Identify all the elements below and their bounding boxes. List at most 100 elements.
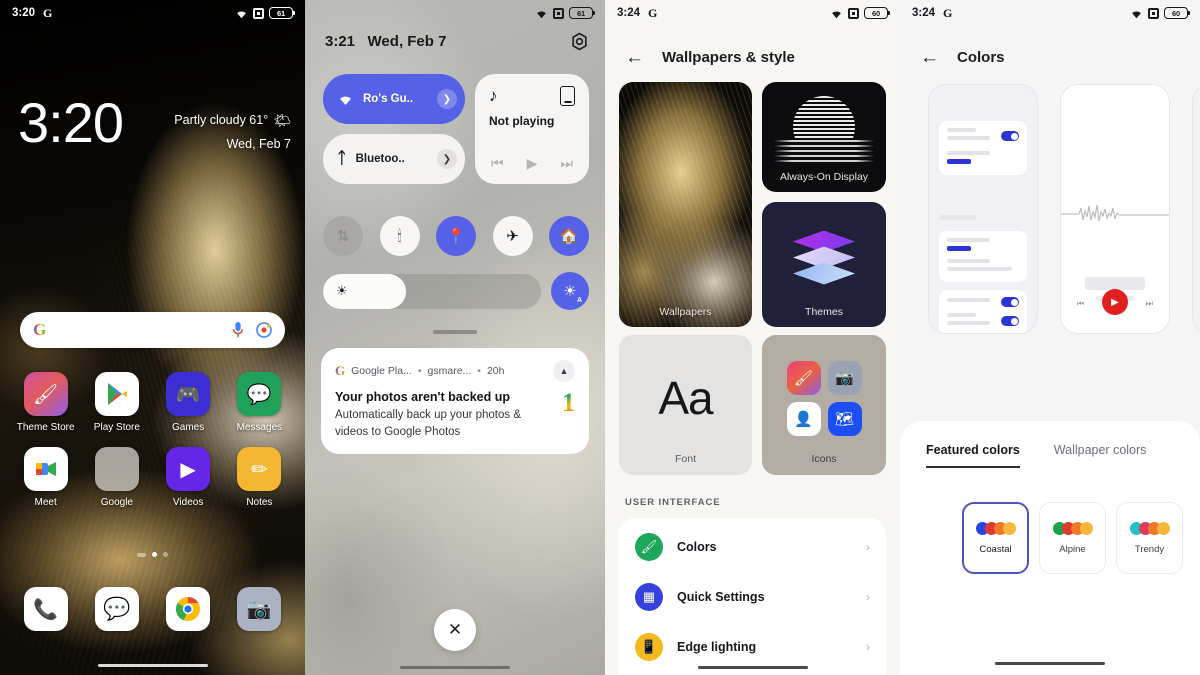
app-label: Theme Store [16,422,75,433]
page-indicator[interactable] [0,552,305,557]
font-tile[interactable]: Aa Font [619,335,752,475]
app-label: Google [100,497,133,508]
bluetooth-tile-label: Bluetoo.. [355,153,405,165]
google-g-icon: G [335,363,346,378]
auto-brightness-toggle[interactable]: ☀ A [551,272,589,310]
preview-toggle-on [1001,131,1019,141]
smart-home-toggle[interactable]: 🏠 [549,216,589,256]
list-item-edge-lighting[interactable]: 📱 Edge lighting › [619,622,886,672]
app-label: Games [172,422,205,433]
app-videos[interactable]: ▶ Videos [153,447,224,508]
back-arrow-icon[interactable]: ← [920,48,939,67]
notification-card[interactable]: G Google Pla... • gsmare... • 20h ▲ Your… [321,348,589,455]
flashlight-toggle[interactable]: 🕯 [379,216,420,256]
google-one-badge: 1 [562,388,575,417]
status-bar-left: 3:24 G [617,6,657,21]
wifi-icon [340,96,351,105]
navigation-handle[interactable] [400,666,510,669]
cast-to-device-icon[interactable] [560,86,575,106]
tab-featured-colors[interactable]: Featured colors [926,443,1020,468]
chevron-right-icon[interactable]: ❯ [437,149,457,169]
mic-icon[interactable] [232,321,244,339]
dock-messages[interactable]: 💬 [81,587,152,631]
navigation-handle[interactable] [995,661,1105,665]
app-games[interactable]: 🎮 Games [153,372,224,433]
color-tabs: Featured colors Wallpaper colors [900,421,1200,468]
google-search-bar[interactable]: G [20,312,285,348]
brightness-icon: ☀ [336,283,348,298]
secondary-toggles: ⇅ 🕯 📍 ✈ 🏠 [323,216,589,256]
status-bar: 61 [305,0,605,26]
brightness-slider-fill: ☀ [323,273,406,309]
settings-preview-card[interactable] [928,84,1038,334]
skip-next-icon[interactable]: ⏭ [560,155,573,172]
tab-wallpaper-colors[interactable]: Wallpaper colors [1054,443,1147,468]
swatch-alpine[interactable]: Alpine [1039,502,1106,574]
page-dot [163,552,168,557]
app-theme-store[interactable]: 🖌 Theme Store [10,372,81,433]
third-preview-card[interactable] [1192,84,1200,334]
swatch-dots [1129,521,1170,535]
page-header: ← Wallpapers & style [625,48,795,67]
dock-phone[interactable]: 📞 [10,587,81,631]
chevron-up-icon[interactable]: ▲ [553,360,575,382]
app-google-folder[interactable]: Google [81,447,152,508]
swatch-label: Coastal [979,543,1012,555]
swatch-label: Trendy [1134,543,1165,555]
icon-pack-preview: 🖌 📷 👤 🗺 [786,360,862,436]
list-item-quick-settings[interactable]: ▦ Quick Settings › [619,572,886,622]
app-notes[interactable]: ✏ Notes [224,447,295,508]
paint-roller-icon: 🖌 [23,372,68,416]
notification-header: G Google Pla... • gsmare... • 20h ▲ [335,360,575,382]
wifi-tile-label: Ro's Gu.. [363,93,414,105]
paint-roller-icon: 🖌 [635,533,663,561]
brightness-slider[interactable]: ☀ [323,273,541,309]
bluetooth-tile[interactable]: ᛏ Bluetoo.. ❯ [323,134,465,184]
recorder-preview-card[interactable]: ⏮ ▶ ⏭ [1060,84,1170,334]
wifi-icon [1132,11,1141,18]
dock-camera[interactable]: 📷 [224,587,295,631]
font-sample: Aa [658,372,713,424]
wallpapers-tile[interactable]: Wallpapers [619,82,752,327]
music-note-icon: ♪ [489,86,498,105]
list-item-label: Quick Settings [677,590,765,604]
home-screen-panel: 3:20 G 61 3:20 Partly cloudy 61° 🌤 Wed, … [0,0,305,675]
close-button[interactable]: ✕ [434,609,476,651]
data-saver-toggle[interactable]: ⇅ [323,216,363,256]
lens-icon[interactable] [256,322,272,338]
icons-tile[interactable]: 🖌 📷 👤 🗺 Icons [762,335,886,475]
gear-icon[interactable] [570,32,589,51]
app-messages[interactable]: 💬 Messages [224,372,295,433]
location-toggle[interactable]: 📍 [436,216,476,256]
app-grid: 🖌 Theme Store Play Store 🎮 Games 💬 Messa… [0,372,305,508]
status-bar-left: 3:20 G [12,6,52,21]
themes-tile[interactable]: Themes [762,202,886,327]
navigation-handle[interactable] [97,664,208,667]
assistant-g-icon: G [648,5,658,20]
record-play-button[interactable]: ▶ [1102,289,1128,315]
skip-previous-icon[interactable]: ⏮ [491,155,504,172]
airplane-mode-toggle[interactable]: ✈ [492,216,533,256]
theme-preview-carousel[interactable]: ⏮ ▶ ⏭ [928,84,1200,334]
navigation-handle[interactable] [697,666,808,669]
back-arrow-icon[interactable]: ← [625,48,644,67]
app-play-store[interactable]: Play Store [81,372,152,433]
vibrate-icon [848,7,859,19]
gallery-mini-icon: 🗺 [827,401,862,436]
app-meet[interactable]: Meet [10,447,81,508]
colors-panel: 3:24 G 60 ← Colors ⏮ ▶ ⏭ Featured colors… [900,0,1200,675]
shade-date: Wed, Feb 7 [367,33,447,50]
list-item-colors[interactable]: 🖌 Colors › [619,522,886,572]
chevron-right-icon[interactable]: ❯ [437,89,457,109]
auto-brightness-label: A [576,297,582,304]
play-icon[interactable]: ▶ [527,155,538,172]
wifi-icon [832,11,841,18]
swatch-coastal[interactable]: Coastal [962,502,1029,574]
shade-drag-handle[interactable] [433,330,477,334]
wifi-tile[interactable]: Ro's Gu.. ❯ [323,74,465,124]
swatch-trendy[interactable]: Trendy [1116,502,1183,574]
media-player-card[interactable]: ♪ Not playing ⏮ ▶ ⏭ [475,74,589,184]
separator-dot: • [477,365,481,377]
dock-chrome[interactable] [153,587,224,631]
always-on-display-tile[interactable]: Always-On Display [762,82,886,192]
